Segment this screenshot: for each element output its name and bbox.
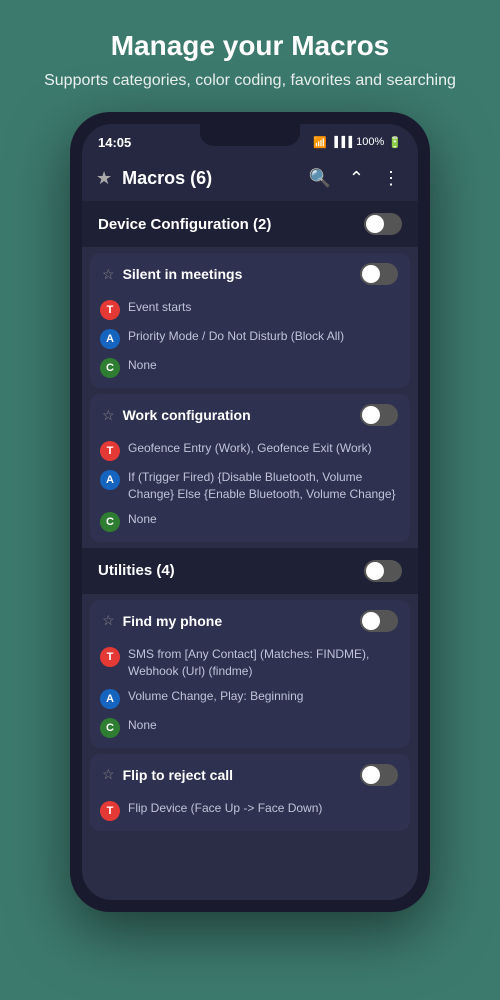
phone-wrapper: 14:05 📶 ▐▐▐ 100% 🔋 ★ Macros (6) 🔍 ⌃ ⋮ De… (70, 112, 430, 912)
macro-detail-condition-silent: C None (90, 353, 410, 388)
macro-detail-trigger-work: T Geofence Entry (Work), Geofence Exit (… (90, 436, 410, 465)
page-title: Manage your Macros (44, 30, 456, 62)
action-badge-find-phone: A (100, 689, 120, 709)
macro-detail-action-silent: A Priority Mode / Do Not Disturb (Block … (90, 324, 410, 353)
macro-detail-condition-find-phone: C None (90, 713, 410, 748)
macro-card-silent-meetings: ☆ Silent in meetings T Event starts A Pr… (90, 253, 410, 388)
trigger-text-flip-reject: Flip Device (Face Up -> Face Down) (128, 800, 398, 817)
macro-title-flip-reject: Flip to reject call (123, 767, 352, 783)
search-icon[interactable]: 🔍 (304, 166, 334, 191)
battery-icon: 🔋 (388, 136, 402, 149)
macro-header-work: ☆ Work configuration (90, 394, 410, 436)
macro-title-silent: Silent in meetings (123, 266, 352, 282)
macro-card-flip-reject: ☆ Flip to reject call T Flip Device (Fac… (90, 754, 410, 831)
category-toggle-utilities[interactable] (364, 560, 402, 582)
trigger-badge-work: T (100, 441, 120, 461)
status-time: 14:05 (98, 135, 131, 150)
trigger-text-silent: Event starts (128, 299, 398, 316)
phone-screen: 14:05 📶 ▐▐▐ 100% 🔋 ★ Macros (6) 🔍 ⌃ ⋮ De… (82, 124, 418, 900)
action-badge-work: A (100, 470, 120, 490)
macro-header-silent: ☆ Silent in meetings (90, 253, 410, 295)
action-text-silent: Priority Mode / Do Not Disturb (Block Al… (128, 328, 398, 345)
status-icons: 📶 ▐▐▐ 100% 🔋 (313, 136, 402, 149)
macro-detail-condition-work: C None (90, 507, 410, 542)
macro-star-find-phone[interactable]: ☆ (102, 612, 115, 629)
macro-detail-action-find-phone: A Volume Change, Play: Beginning (90, 684, 410, 713)
action-badge-silent: A (100, 329, 120, 349)
macro-card-find-phone: ☆ Find my phone T SMS from [Any Contact]… (90, 600, 410, 748)
condition-text-silent: None (128, 357, 398, 374)
macro-star-work[interactable]: ☆ (102, 407, 115, 424)
category-utilities: Utilities (4) (82, 548, 418, 594)
macro-star-flip-reject[interactable]: ☆ (102, 766, 115, 783)
header-section: Manage your Macros Supports categories, … (14, 0, 486, 112)
trigger-text-find-phone: SMS from [Any Contact] (Matches: FINDME)… (128, 646, 398, 680)
toolbar: ★ Macros (6) 🔍 ⌃ ⋮ (82, 156, 418, 201)
notch (200, 124, 300, 146)
macro-toggle-flip-reject[interactable] (360, 764, 398, 786)
toolbar-title: Macros (6) (122, 168, 294, 189)
trigger-badge-flip-reject: T (100, 801, 120, 821)
condition-badge-work: C (100, 512, 120, 532)
trigger-text-work: Geofence Entry (Work), Geofence Exit (Wo… (128, 440, 398, 457)
scroll-area[interactable]: Device Configuration (2) ☆ Silent in mee… (82, 201, 418, 900)
macro-toggle-find-phone[interactable] (360, 610, 398, 632)
macro-star-silent[interactable]: ☆ (102, 266, 115, 283)
action-text-work: If (Trigger Fired) {Disable Bluetooth, V… (128, 469, 398, 503)
category-title-device-config: Device Configuration (2) (98, 216, 271, 233)
macro-toggle-silent[interactable] (360, 263, 398, 285)
battery-text: 100% (356, 136, 384, 148)
collapse-icon[interactable]: ⌃ (345, 166, 368, 191)
category-toggle-device-config[interactable] (364, 213, 402, 235)
wifi-icon: 📶 (313, 136, 327, 149)
action-text-find-phone: Volume Change, Play: Beginning (128, 688, 398, 705)
macro-detail-trigger-find-phone: T SMS from [Any Contact] (Matches: FINDM… (90, 642, 410, 684)
condition-text-find-phone: None (128, 717, 398, 734)
more-menu-icon[interactable]: ⋮ (378, 166, 404, 191)
category-device-config: Device Configuration (2) (82, 201, 418, 247)
macro-detail-trigger-silent: T Event starts (90, 295, 410, 324)
macro-title-work: Work configuration (123, 407, 352, 423)
macro-card-work-config: ☆ Work configuration T Geofence Entry (W… (90, 394, 410, 542)
trigger-badge-find-phone: T (100, 647, 120, 667)
macro-title-find-phone: Find my phone (123, 613, 352, 629)
condition-badge-silent: C (100, 358, 120, 378)
macro-detail-action-work: A If (Trigger Fired) {Disable Bluetooth,… (90, 465, 410, 507)
page-subtitle: Supports categories, color coding, favor… (44, 70, 456, 92)
macro-header-find-phone: ☆ Find my phone (90, 600, 410, 642)
macro-header-flip-reject: ☆ Flip to reject call (90, 754, 410, 796)
trigger-badge-silent: T (100, 300, 120, 320)
macro-toggle-work[interactable] (360, 404, 398, 426)
signal-icon: ▐▐▐ (331, 137, 352, 148)
macro-detail-trigger-flip-reject: T Flip Device (Face Up -> Face Down) (90, 796, 410, 831)
category-title-utilities: Utilities (4) (98, 562, 175, 579)
favorites-star-icon[interactable]: ★ (96, 168, 112, 189)
condition-text-work: None (128, 511, 398, 528)
condition-badge-find-phone: C (100, 718, 120, 738)
